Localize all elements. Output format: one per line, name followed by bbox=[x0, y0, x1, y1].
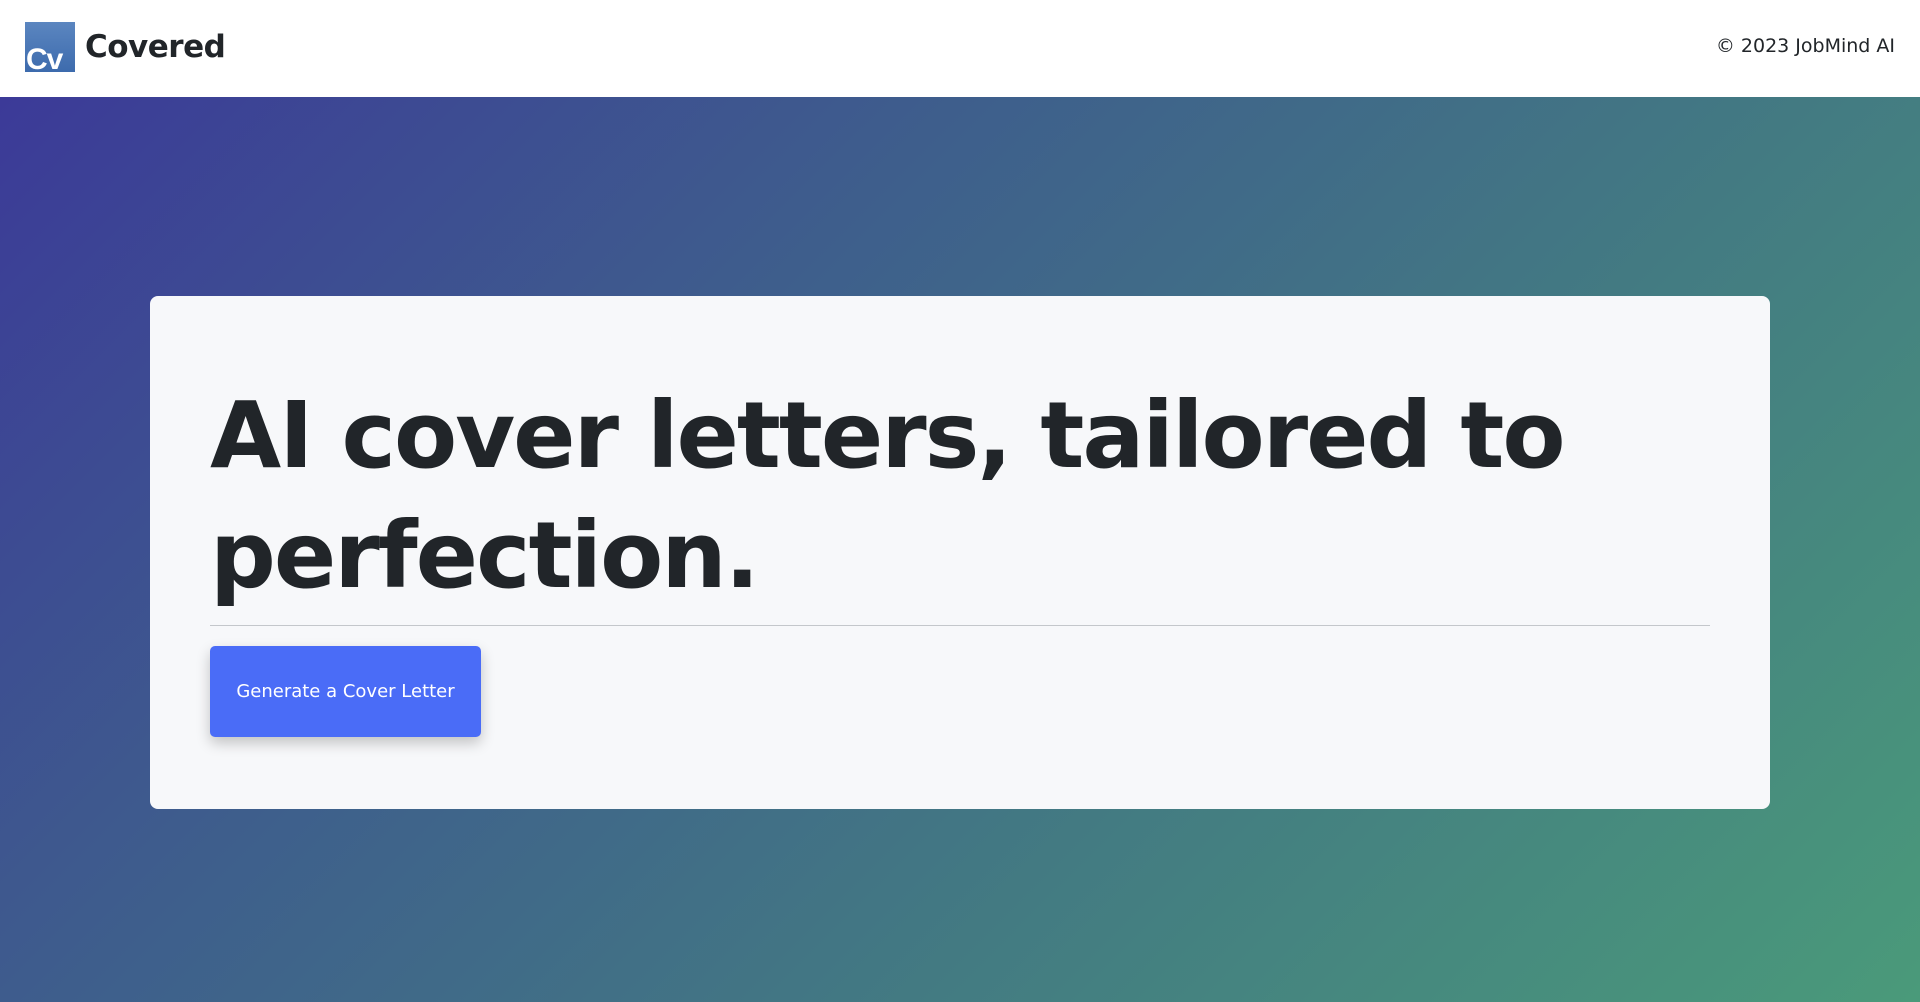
generate-cover-letter-button[interactable]: Generate a Cover Letter bbox=[210, 646, 481, 737]
hero-headline: AI cover letters, tailored to perfection… bbox=[210, 382, 1566, 609]
copyright-text: © 2023 JobMind AI bbox=[1715, 35, 1895, 57]
top-navbar: Cv Covered © 2023 JobMind AI bbox=[0, 0, 1920, 97]
hero-card: AI cover letters, tailored to perfection… bbox=[150, 296, 1770, 809]
logo-icon: Cv bbox=[25, 22, 75, 72]
divider bbox=[210, 625, 1710, 626]
logo-text: Cv bbox=[26, 43, 63, 73]
brand-link[interactable]: Cv Covered bbox=[25, 22, 226, 72]
brand-name: Covered bbox=[85, 29, 226, 65]
hero-section: AI cover letters, tailored to perfection… bbox=[0, 97, 1920, 1002]
